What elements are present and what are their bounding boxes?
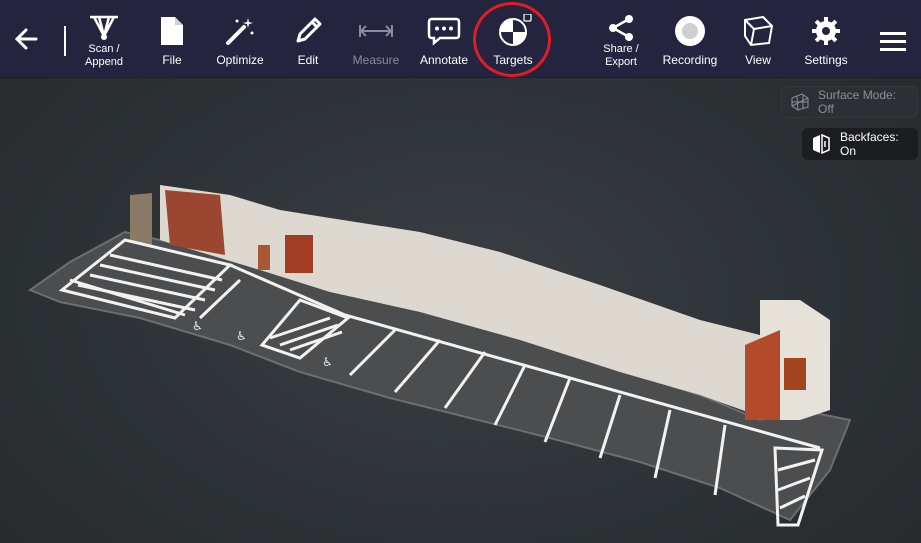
targets-label: Targets bbox=[493, 53, 533, 67]
settings-label: Settings bbox=[804, 53, 848, 67]
svg-text:♿: ♿ bbox=[236, 329, 247, 343]
brick-column-left bbox=[130, 193, 152, 245]
3d-viewport[interactable]: ♿ ♿ ♿ bbox=[0, 0, 921, 543]
scan-icon bbox=[90, 15, 118, 40]
surface-mesh-icon bbox=[790, 92, 810, 112]
right-brick-wall bbox=[745, 330, 780, 420]
file-button[interactable]: File bbox=[150, 0, 194, 77]
surface-mode-toggle[interactable]: Surface Mode: Off bbox=[781, 86, 918, 118]
record-icon bbox=[675, 16, 705, 46]
measure-icon bbox=[359, 25, 393, 37]
share-icon bbox=[609, 15, 633, 41]
gear-icon bbox=[812, 17, 840, 45]
surface-mode-label: Surface Mode: Off bbox=[818, 88, 897, 116]
backfaces-label: Backfaces: On bbox=[840, 130, 899, 158]
optimize-label: Optimize bbox=[216, 53, 264, 67]
measure-label: Measure bbox=[352, 53, 400, 67]
share-export-button[interactable]: Share / Export bbox=[598, 0, 644, 77]
measure-button[interactable]: Measure bbox=[350, 0, 402, 77]
recording-button[interactable]: Recording bbox=[660, 0, 720, 77]
cube-view-icon bbox=[744, 15, 774, 47]
annotate-button[interactable]: Annotate bbox=[418, 0, 470, 77]
door-small bbox=[258, 245, 270, 270]
back-arrow-icon bbox=[14, 28, 38, 50]
recording-label: Recording bbox=[662, 53, 718, 67]
append-label: Append bbox=[85, 56, 123, 68]
brick-building bbox=[165, 190, 225, 255]
pencil-icon bbox=[296, 17, 322, 43]
svg-text:♿: ♿ bbox=[192, 319, 203, 333]
toolbar-divider bbox=[64, 26, 66, 56]
share-label: Share / bbox=[603, 43, 639, 55]
targets-button[interactable]: Targets bbox=[486, 0, 540, 77]
hamburger-menu-button[interactable] bbox=[878, 30, 908, 52]
optimize-button[interactable]: Optimize bbox=[214, 0, 266, 77]
edit-label: Edit bbox=[297, 53, 319, 67]
scan-append-button[interactable]: Scan / Append bbox=[78, 0, 130, 77]
hamburger-menu-icon bbox=[880, 32, 906, 51]
file-label: File bbox=[162, 53, 182, 67]
annotate-label: Annotate bbox=[419, 53, 469, 67]
top-toolbar: Scan / Append File Optimize Edit Measure… bbox=[0, 0, 921, 78]
scan-label: Scan / bbox=[88, 43, 120, 55]
view-button[interactable]: View bbox=[738, 0, 778, 77]
export-label: Export bbox=[605, 56, 637, 68]
back-button[interactable] bbox=[10, 22, 44, 56]
view-label: View bbox=[745, 53, 771, 67]
settings-button[interactable]: Settings bbox=[802, 0, 850, 77]
target-icon bbox=[499, 14, 532, 46]
door-red bbox=[285, 235, 313, 273]
speech-bubble-icon bbox=[427, 17, 461, 46]
svg-text:♿: ♿ bbox=[322, 355, 333, 369]
file-icon bbox=[161, 17, 183, 45]
edit-button[interactable]: Edit bbox=[286, 0, 330, 77]
backfaces-toggle[interactable]: Backfaces: On bbox=[802, 128, 918, 160]
backfaces-icon bbox=[810, 133, 832, 155]
right-door bbox=[784, 358, 806, 390]
point-cloud-scene[interactable]: ♿ ♿ ♿ bbox=[0, 80, 921, 543]
magic-wand-icon bbox=[226, 18, 254, 45]
